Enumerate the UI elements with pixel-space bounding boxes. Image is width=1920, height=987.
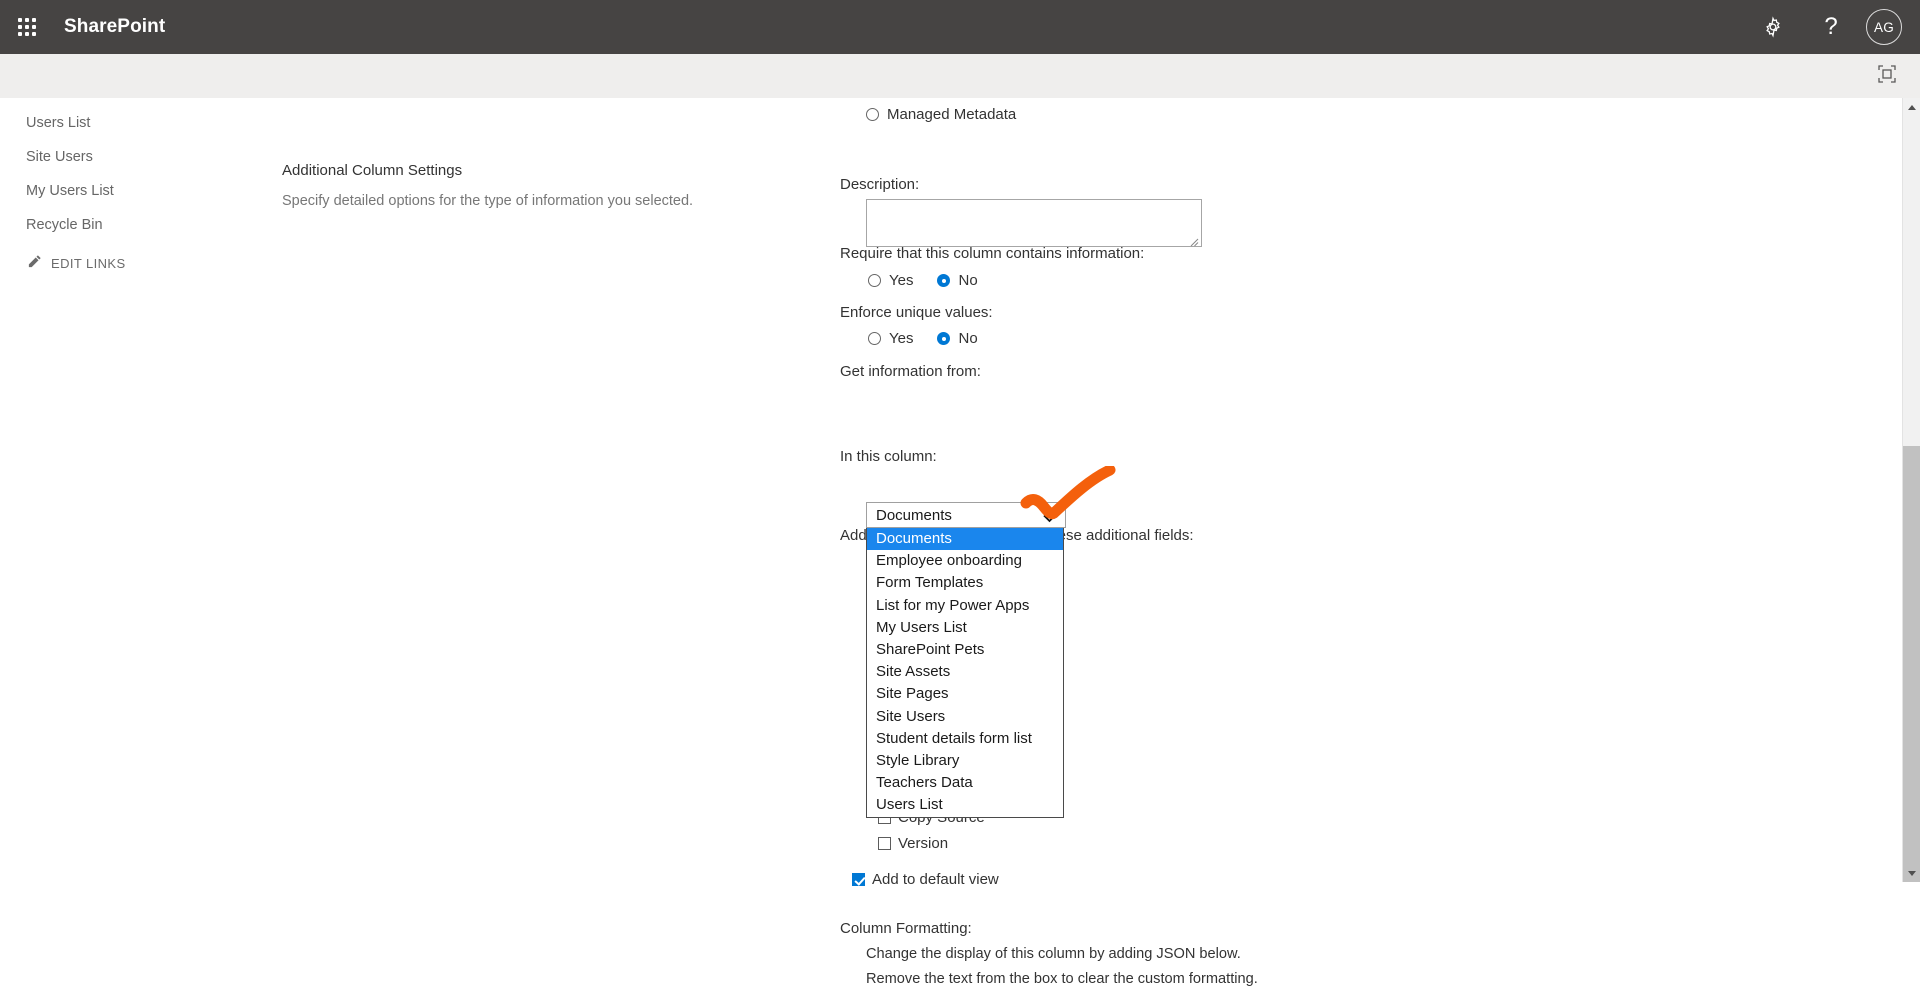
app-launcher-button[interactable] <box>0 0 54 54</box>
dropdown-option-site-pages[interactable]: Site Pages <box>867 683 1063 705</box>
unique-no-option[interactable]: No <box>937 330 977 347</box>
focus-on-content-button[interactable] <box>1874 63 1900 89</box>
require-yes-label: Yes <box>889 272 913 289</box>
version-checkbox-row[interactable]: Version <box>878 835 948 852</box>
require-no-option[interactable]: No <box>937 272 977 289</box>
question-mark-icon: ? <box>1824 15 1837 39</box>
waffle-icon <box>18 18 36 36</box>
dropdown-option-list-for-my-power-apps[interactable]: List for my Power Apps <box>867 595 1063 617</box>
column-settings-form: Additional Column Settings Specify detai… <box>0 98 1920 882</box>
column-formatting-label: Column Formatting: <box>840 920 972 937</box>
dropdown-option-site-users[interactable]: Site Users <box>867 706 1063 728</box>
scroll-up-button[interactable] <box>1903 98 1920 116</box>
dropdown-option-student-details-form-list[interactable]: Student details form list <box>867 728 1063 750</box>
unique-yes-label: Yes <box>889 330 913 347</box>
column-formatting-line-1: Change the display of this column by add… <box>866 946 1241 962</box>
description-input[interactable] <box>866 199 1202 247</box>
require-no-label: No <box>958 272 977 289</box>
managed-metadata-radio[interactable] <box>866 108 879 121</box>
command-bar <box>0 54 1920 98</box>
enforce-unique-label: Enforce unique values: <box>840 304 993 321</box>
suite-bar-actions: ? AG <box>1744 0 1920 54</box>
section-description: Specify detailed options for the type of… <box>282 193 693 209</box>
dropdown-option-teachers-data[interactable]: Teachers Data <box>867 772 1063 794</box>
add-to-default-view-checkbox[interactable] <box>852 873 865 886</box>
page-content: Users List Site Users My Users List Recy… <box>0 98 1920 882</box>
dropdown-option-style-library[interactable]: Style Library <box>867 750 1063 772</box>
dropdown-option-site-assets[interactable]: Site Assets <box>867 661 1063 683</box>
resize-handle-icon[interactable] <box>1188 234 1199 245</box>
triangle-up-icon <box>1908 105 1916 110</box>
dropdown-option-sharepoint-pets[interactable]: SharePoint Pets <box>867 639 1063 661</box>
enforce-unique-radio-group: Yes No <box>868 330 978 347</box>
in-this-column-label: In this column: <box>840 448 937 465</box>
settings-button[interactable] <box>1744 0 1802 54</box>
help-button[interactable]: ? <box>1802 0 1860 54</box>
scrollbar-thumb[interactable] <box>1903 446 1920 882</box>
managed-metadata-label: Managed Metadata <box>887 106 1016 123</box>
managed-metadata-option[interactable]: Managed Metadata <box>866 106 1016 123</box>
dropdown-option-form-templates[interactable]: Form Templates <box>867 572 1063 594</box>
gear-icon <box>1762 16 1784 38</box>
dropdown-option-my-users-list[interactable]: My Users List <box>867 617 1063 639</box>
section-title: Additional Column Settings <box>282 162 462 179</box>
unique-yes-option[interactable]: Yes <box>868 330 913 347</box>
get-information-from-label: Get information from: <box>840 363 981 380</box>
triangle-down-icon <box>1908 871 1916 876</box>
chevron-down-icon <box>1043 510 1056 527</box>
require-information-radio-group: Yes No <box>868 272 978 289</box>
unique-yes-radio[interactable] <box>868 332 881 345</box>
description-label: Description: <box>840 176 919 193</box>
require-information-label: Require that this column contains inform… <box>840 245 1144 262</box>
get-information-from-options-list[interactable]: Documents Employee onboarding Form Templ… <box>866 528 1064 818</box>
suite-bar: SharePoint ? AG <box>0 0 1920 54</box>
version-label: Version <box>898 835 948 852</box>
scroll-down-button[interactable] <box>1903 864 1920 882</box>
add-to-default-view-label: Add to default view <box>872 871 999 888</box>
avatar[interactable]: AG <box>1866 9 1902 45</box>
get-information-from-select[interactable]: Documents <box>866 502 1066 528</box>
vertical-scrollbar[interactable] <box>1902 98 1920 882</box>
dropdown-option-users-list[interactable]: Users List <box>867 794 1063 816</box>
unique-no-label: No <box>958 330 977 347</box>
get-information-from-selected-value: Documents <box>876 507 952 524</box>
unique-no-radio[interactable] <box>937 332 950 345</box>
require-yes-option[interactable]: Yes <box>868 272 913 289</box>
require-no-radio[interactable] <box>937 274 950 287</box>
version-checkbox[interactable] <box>878 837 891 850</box>
focus-on-content-icon <box>1877 64 1897 89</box>
dropdown-option-documents[interactable]: Documents <box>867 528 1063 550</box>
dropdown-option-employee-onboarding[interactable]: Employee onboarding <box>867 550 1063 572</box>
add-to-default-view-row[interactable]: Add to default view <box>852 871 999 888</box>
column-formatting-line-2: Remove the text from the box to clear th… <box>866 971 1258 987</box>
suite-title: SharePoint <box>64 16 165 38</box>
require-yes-radio[interactable] <box>868 274 881 287</box>
